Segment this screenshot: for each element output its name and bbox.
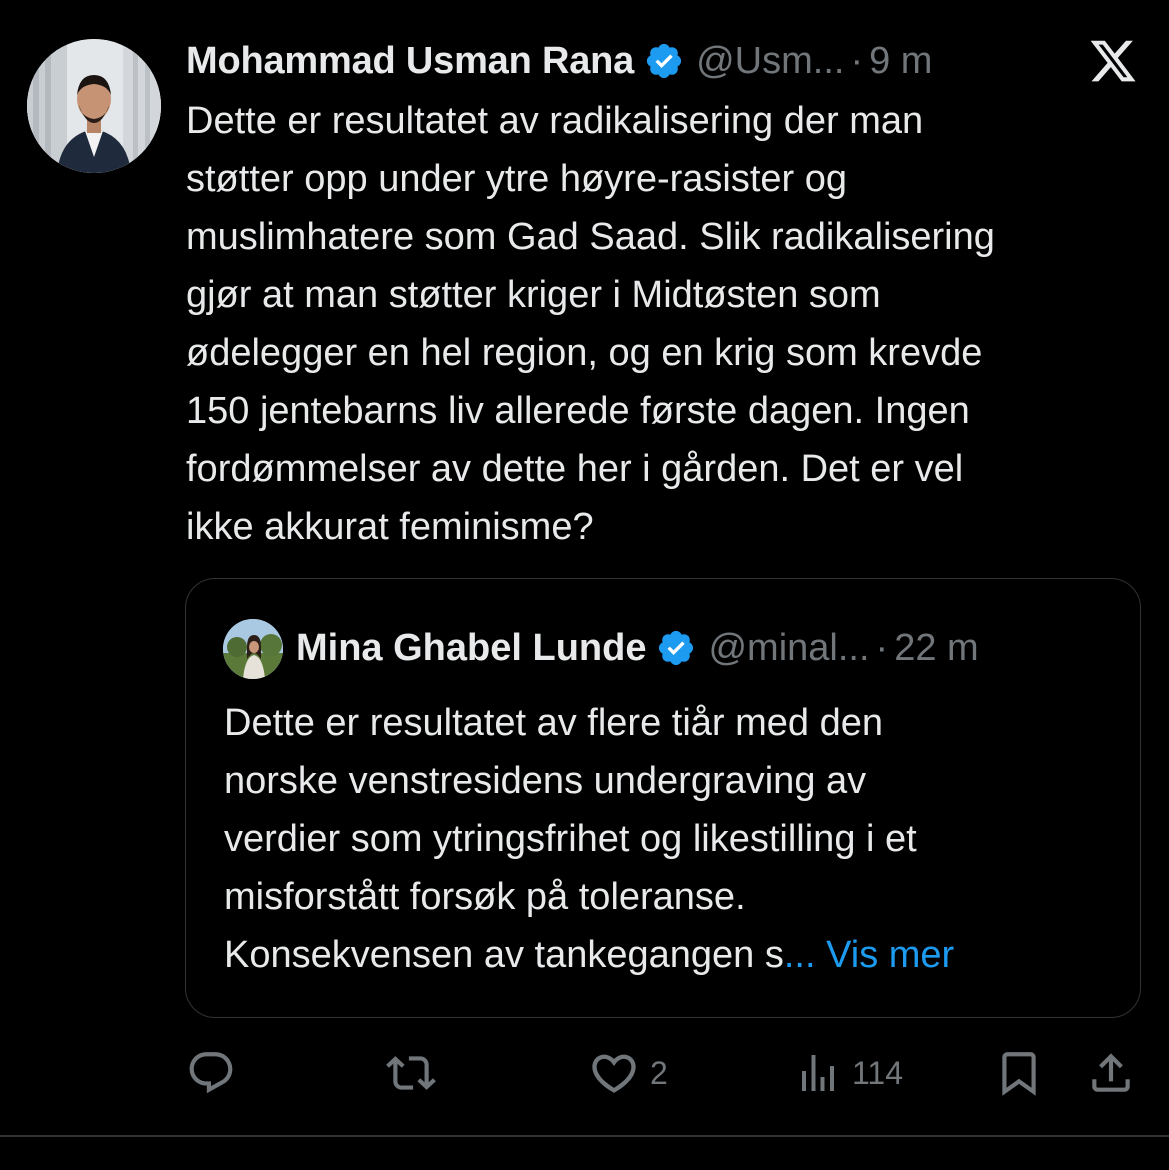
bookmark-button[interactable] [994,1040,1044,1106]
quoted-tweet-card[interactable]: Mina Ghabel Lunde @minal... · 22 m Dette… [185,578,1141,1018]
quoted-author-handle[interactable]: @minal... [708,627,869,670]
quoted-tweet-header: Mina Ghabel Lunde @minal... · 22 m [296,623,979,673]
header-separator: · [850,39,864,82]
verified-badge-icon [659,630,694,666]
heart-icon [592,1054,636,1093]
quoted-header-separator: · [875,626,889,669]
tweet-actions: 2 114 [186,1040,1141,1106]
share-button[interactable] [1086,1040,1136,1106]
like-button[interactable]: 2 [588,1040,668,1106]
tweet-text: Dette er resultatet av radikalisering de… [186,100,995,548]
repost-button[interactable] [386,1040,436,1106]
views-icon [802,1055,834,1091]
reply-icon [189,1052,233,1094]
view-count: 114 [852,1054,904,1091]
share-icon [1092,1053,1130,1092]
quoted-tweet-text: Dette er resultatet av flere tiår med de… [224,694,1124,984]
tweet-timestamp[interactable]: 9 m [869,40,932,83]
quoted-author-avatar[interactable] [223,619,283,679]
tweet: Mohammad Usman Rana @Usm... · 9 m Dette … [0,0,1169,1170]
views-button[interactable]: 114 [794,1040,903,1106]
like-count: 2 [650,1054,668,1091]
reply-button[interactable] [186,1040,236,1106]
author-handle[interactable]: @Usm... [696,40,844,83]
quoted-author-display-name[interactable]: Mina Ghabel Lunde [296,627,646,670]
tweet-header: Mohammad Usman Rana @Usm... · 9 m [186,35,932,87]
bottom-divider [0,1135,1169,1137]
show-more-link[interactable]: Vis mer [826,934,954,976]
verified-badge-icon[interactable] [644,41,684,81]
bookmark-icon [1002,1052,1036,1096]
x-logo-icon [1090,40,1136,82]
repost-icon [386,1056,436,1090]
quoted-tweet-timestamp[interactable]: 22 m [894,627,978,670]
author-display-name[interactable]: Mohammad Usman Rana [186,40,634,83]
author-avatar[interactable] [27,39,161,173]
quoted-tweet-ellipsis: ... [783,934,827,976]
